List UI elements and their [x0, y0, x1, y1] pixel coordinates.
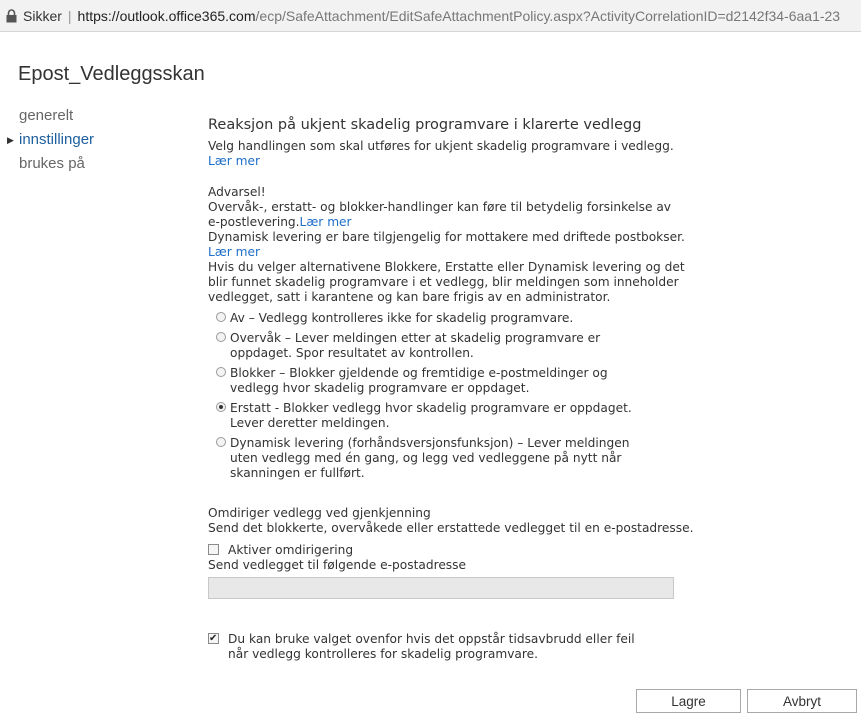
radio-option-off[interactable]: Av – Vedlegg kontrolleres ikke for skade… [208, 311, 698, 326]
radio-option-replace[interactable]: Erstatt - Blokker vedlegg hvor skadelig … [208, 401, 660, 431]
nav-item-label: generelt [19, 107, 74, 124]
address-bar[interactable]: Sikker | https://outlook.office365.com/e… [0, 0, 861, 32]
warning-delay-text: Overvåk-, erstatt- og blokker-handlinger… [208, 200, 678, 230]
radio-option-label: Erstatt - Blokker vedlegg hvor skadelig … [230, 401, 632, 430]
radio-button-selected[interactable] [216, 402, 226, 412]
nav-item-innstillinger[interactable]: ▶ innstillinger [0, 128, 190, 152]
section-desc-text: Velg handlingen som skal utføres for ukj… [208, 139, 674, 153]
enable-redirect-option[interactable]: Aktiver omdirigering [208, 543, 698, 558]
warning-delay-label: Overvåk-, erstatt- og blokker-handlinger… [208, 200, 672, 229]
section-title: Reaksjon på ukjent skadelig programvare … [208, 117, 642, 133]
lock-icon [6, 8, 17, 22]
radio-button[interactable] [216, 437, 226, 447]
enable-redirect-checkbox[interactable] [208, 544, 219, 555]
caret-right-icon: ▶ [7, 135, 14, 145]
redirect-description: Send det blokkerte, overvåkede eller ers… [208, 521, 694, 535]
timeout-option[interactable]: Du kan bruke valget ovenfor hvis det opp… [208, 631, 648, 662]
radio-button[interactable] [216, 332, 226, 342]
warning-dynamic-label: Dynamisk levering er bare tilgjengelig f… [208, 230, 685, 244]
url-host: https://outlook.office365.com [77, 7, 256, 24]
warning-quarantine-text: Hvis du velger alternativene Blokkere, E… [208, 260, 685, 304]
radio-option-label: Overvåk – Lever meldingen etter at skade… [230, 331, 601, 360]
enable-redirect-label: Aktiver omdirigering [228, 543, 354, 557]
radio-option-dynamic-delivery[interactable]: Dynamisk levering (forhåndsversjonsfunks… [208, 436, 660, 481]
learn-more-link[interactable]: Lær mer [300, 215, 352, 229]
radio-button[interactable] [216, 367, 226, 377]
settings-panel: Reaksjon på ukjent skadelig programvare … [208, 118, 698, 662]
learn-more-link[interactable]: Lær mer [208, 245, 260, 259]
radio-option-label: Av – Vedlegg kontrolleres ikke for skade… [230, 311, 574, 325]
save-button[interactable]: Lagre [636, 689, 741, 713]
address-separator: | [67, 7, 72, 24]
warning-title: Advarsel! [208, 185, 266, 199]
secure-label: Sikker [23, 7, 62, 24]
nav-item-generelt[interactable]: generelt [0, 104, 190, 128]
page-title: Epost_Vedleggsskan [18, 63, 205, 85]
radio-button[interactable] [216, 312, 226, 322]
section-description: Velg handlingen som skal utføres for ukj… [208, 139, 698, 169]
url-path: /ecp/SafeAttachment/EditSafeAttachmentPo… [255, 7, 841, 24]
nav-item-label: innstillinger [19, 131, 95, 148]
timeout-checkbox[interactable] [208, 631, 219, 646]
radio-option-block[interactable]: Blokker – Blokker gjeldende og fremtidig… [208, 366, 650, 396]
learn-more-link[interactable]: Lær mer [208, 154, 260, 168]
radio-option-label: Blokker – Blokker gjeldende og fremtidig… [230, 366, 608, 395]
redirect-address-label: Send vedlegget til følgende e-postadress… [208, 558, 467, 572]
nav-item-label: brukes på [19, 155, 85, 172]
left-nav: generelt ▶ innstillinger brukes på [0, 104, 190, 176]
radio-option-label: Dynamisk levering (forhåndsversjonsfunks… [230, 436, 630, 480]
radio-option-monitor[interactable]: Overvåk – Lever meldingen etter at skade… [208, 331, 630, 361]
redirect-title: Omdiriger vedlegg ved gjenkjenning [208, 506, 431, 520]
timeout-label: Du kan bruke valget ovenfor hvis det opp… [228, 632, 635, 661]
warning-dynamic-text: Dynamisk levering er bare tilgjengelig f… [208, 230, 698, 260]
nav-item-brukes-pa[interactable]: brukes på [0, 152, 190, 176]
cancel-button[interactable]: Avbryt [747, 689, 857, 713]
redirect-email-input[interactable] [208, 577, 674, 599]
